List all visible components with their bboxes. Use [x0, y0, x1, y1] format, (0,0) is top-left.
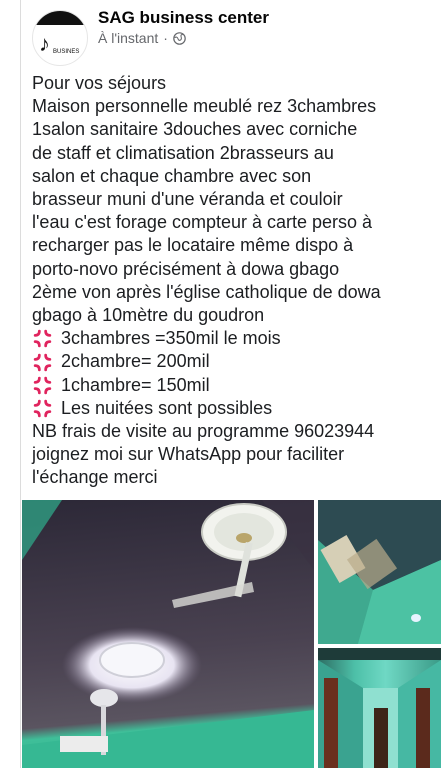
anger-symbol-icon	[33, 330, 52, 348]
post-line: de staff et climatisation 2brasseurs au	[32, 142, 334, 163]
post-line: joignez moi sur WhatsApp pour faciliter	[32, 444, 345, 465]
ceiling-photo-image	[22, 500, 314, 768]
meta-separator: ·	[163, 30, 168, 46]
post-line: porto-novo précisément à dowa gbago	[32, 258, 340, 279]
post-line: 1salon sanitaire 3douches avec corniche	[32, 119, 358, 140]
list-item-text: 3chambres =350mil le mois	[61, 328, 281, 349]
post-line: Maison personnelle meublé rez 3chambres	[32, 96, 377, 117]
avatar-logo-text: BUSINES	[53, 49, 80, 55]
post-line: salon et chaque chambre avec son	[32, 165, 312, 186]
corridor-photo-image	[318, 648, 441, 768]
page-name[interactable]: SAG business center	[98, 8, 269, 28]
list-item-text: 2chambre= 200mil	[61, 351, 210, 372]
list-item: 2chambre= 200mil	[32, 350, 437, 373]
anger-symbol-icon	[33, 353, 52, 371]
avatar-band	[33, 11, 87, 25]
list-item: Les nuitées sont possibles	[32, 397, 437, 420]
anger-symbol-icon	[33, 399, 52, 418]
post-line: gbago à 10mètre du goudron	[32, 305, 265, 326]
post-line: l'échange merci	[32, 467, 158, 488]
post-line: brasseur muni d'une véranda et couloir	[32, 189, 343, 210]
post-timestamp[interactable]: À l'instant	[98, 30, 158, 46]
list-item: 3chambres =350mil le mois	[32, 327, 437, 350]
post-line: recharger pas le locataire même dispo à	[32, 235, 354, 256]
post-line: Pour vos séjours	[32, 73, 167, 93]
post-line: l'eau c'est forage compteur à carte pers…	[32, 212, 373, 233]
post-photo-ceiling[interactable]	[22, 500, 314, 768]
post-photo-corridor[interactable]	[318, 648, 441, 768]
post-photo-room[interactable]	[318, 500, 441, 644]
post-text: Pour vos séjours Maison personnelle meub…	[32, 72, 437, 490]
post-meta: À l'instant ·	[98, 30, 186, 46]
post-line: NB frais de visite au programme 96023944	[32, 421, 375, 442]
list-item-text: 1chambre= 150mil	[61, 374, 210, 395]
room-photo-image	[318, 500, 441, 644]
post-line: 2ème von après l'église catholique de do…	[32, 281, 381, 302]
logo-icon: ♪	[39, 31, 50, 56]
list-item: 1chambre= 150mil	[32, 374, 437, 397]
globe-icon	[173, 31, 186, 45]
avatar[interactable]: ♪ BUSINES	[32, 10, 88, 66]
anger-symbol-icon	[33, 376, 52, 394]
list-item-text: Les nuitées sont possibles	[61, 397, 273, 418]
